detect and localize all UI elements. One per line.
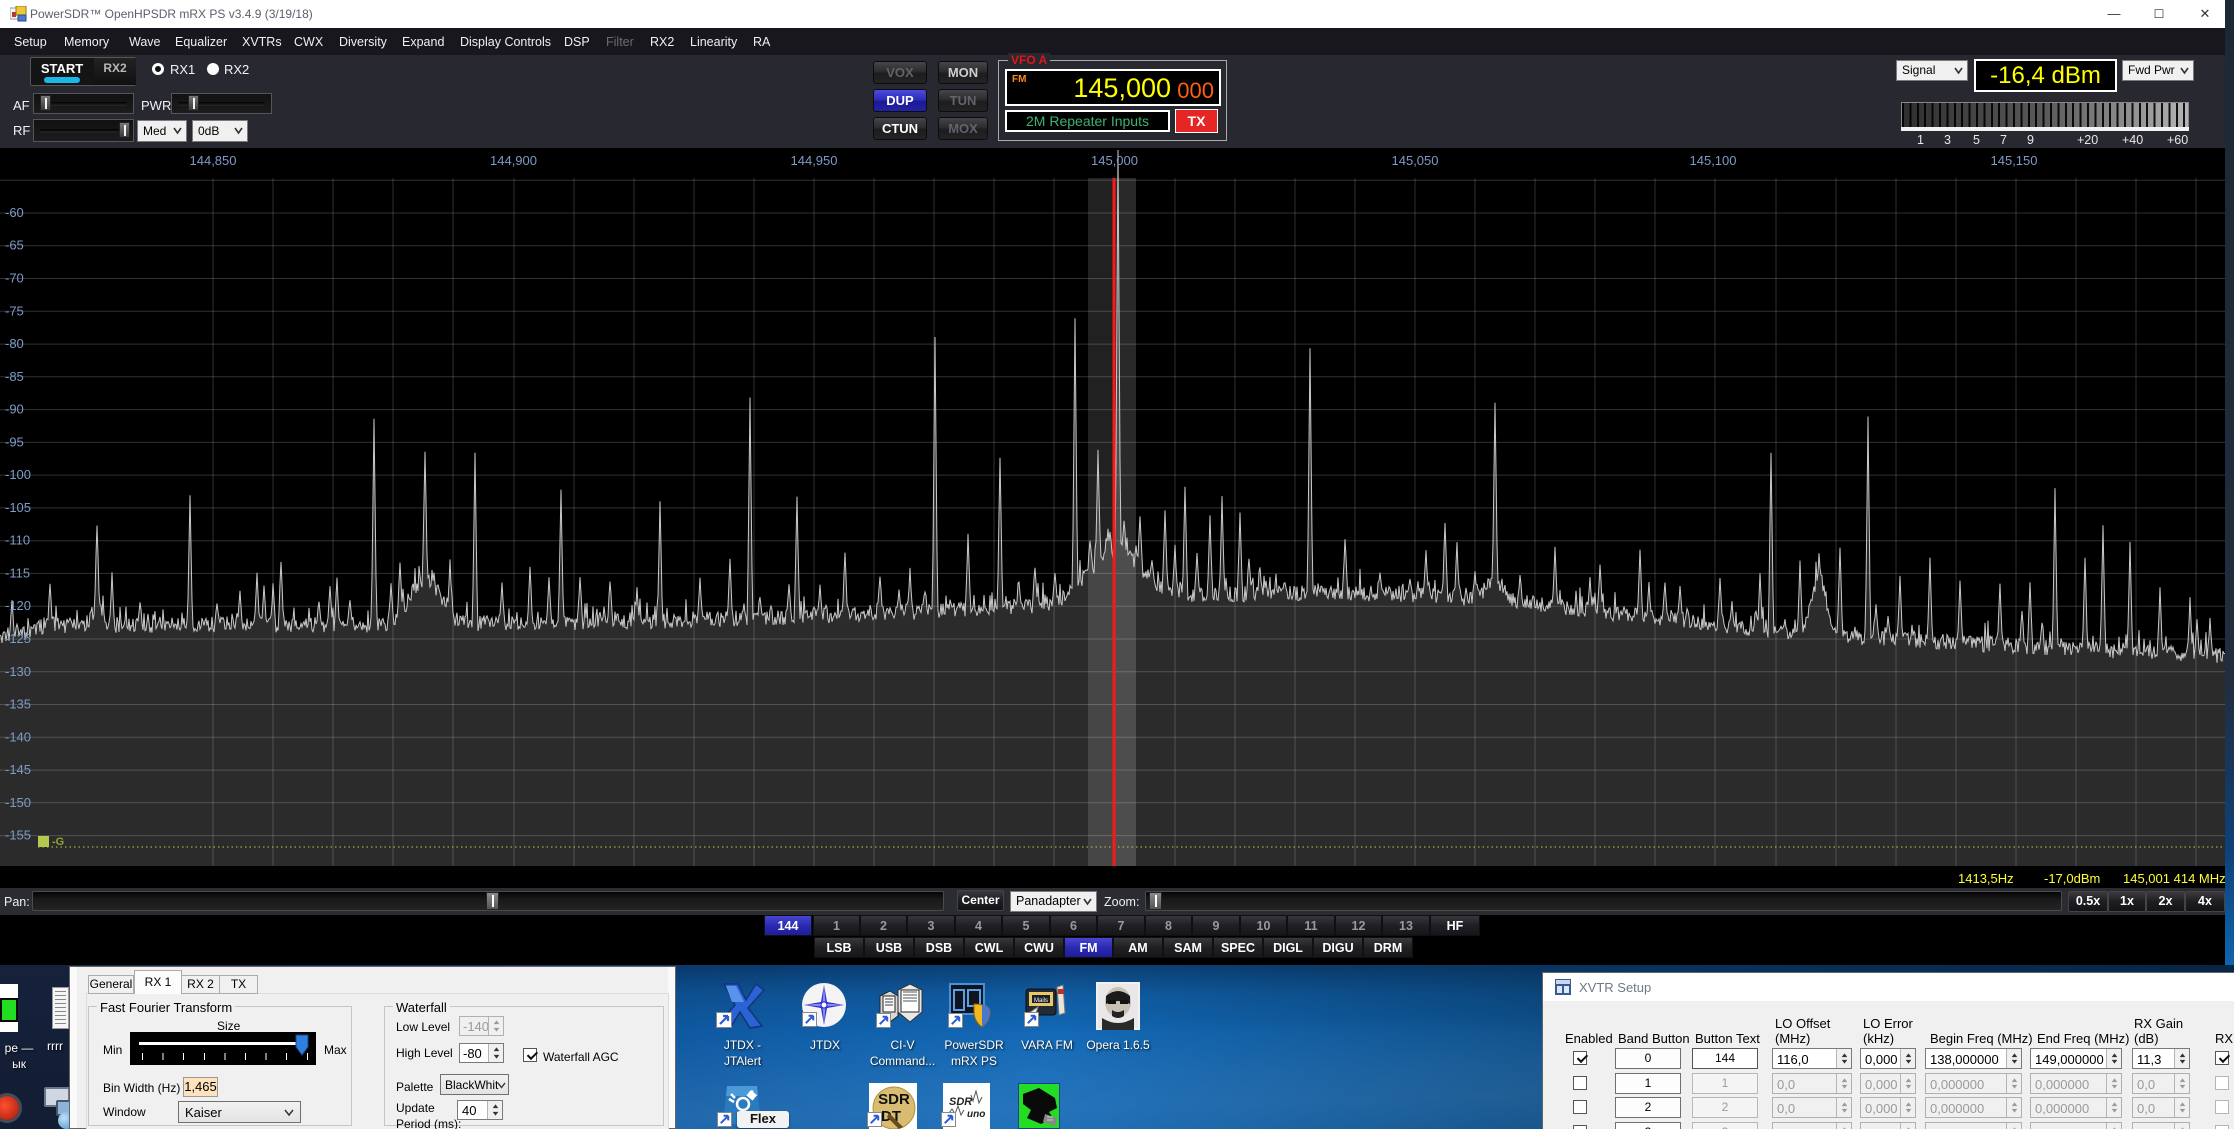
svg-text:-145: -145 xyxy=(5,762,31,777)
svg-text:-70: -70 xyxy=(5,271,24,286)
svg-text:-80: -80 xyxy=(5,336,24,351)
svg-text:-95: -95 xyxy=(5,434,24,449)
svg-text:-65: -65 xyxy=(5,238,24,253)
svg-text:uno: uno xyxy=(967,1109,985,1120)
svg-text:-130: -130 xyxy=(5,664,31,679)
svg-text:-75: -75 xyxy=(5,303,24,318)
svg-text:-155: -155 xyxy=(5,828,31,843)
svg-text:-G: -G xyxy=(52,836,64,848)
svg-text:SDR: SDR xyxy=(949,1096,972,1108)
svg-text:145,100: 145,100 xyxy=(1690,153,1737,168)
svg-text:-100: -100 xyxy=(5,467,31,482)
svg-text:SDR: SDR xyxy=(878,1091,910,1108)
svg-text:145,150: 145,150 xyxy=(1991,153,2038,168)
svg-text:-105: -105 xyxy=(5,500,31,515)
svg-text:-135: -135 xyxy=(5,697,31,712)
svg-text:-150: -150 xyxy=(5,795,31,810)
svg-text:144,950: 144,950 xyxy=(791,153,838,168)
svg-text:-110: -110 xyxy=(5,533,30,548)
svg-text:144,900: 144,900 xyxy=(490,153,537,168)
svg-text:-125: -125 xyxy=(5,631,31,646)
svg-text:-140: -140 xyxy=(5,729,31,744)
svg-text:145,050: 145,050 xyxy=(1392,153,1439,168)
svg-text:-90: -90 xyxy=(5,402,24,417)
svg-text:-85: -85 xyxy=(5,369,24,384)
svg-text:145,000: 145,000 xyxy=(1091,153,1138,168)
svg-text:-115: -115 xyxy=(5,565,30,580)
svg-text:Mails: Mails xyxy=(1034,998,1048,1004)
svg-text:144,850: 144,850 xyxy=(190,153,237,168)
svg-text:-60: -60 xyxy=(5,205,24,220)
svg-text:-120: -120 xyxy=(5,598,31,613)
